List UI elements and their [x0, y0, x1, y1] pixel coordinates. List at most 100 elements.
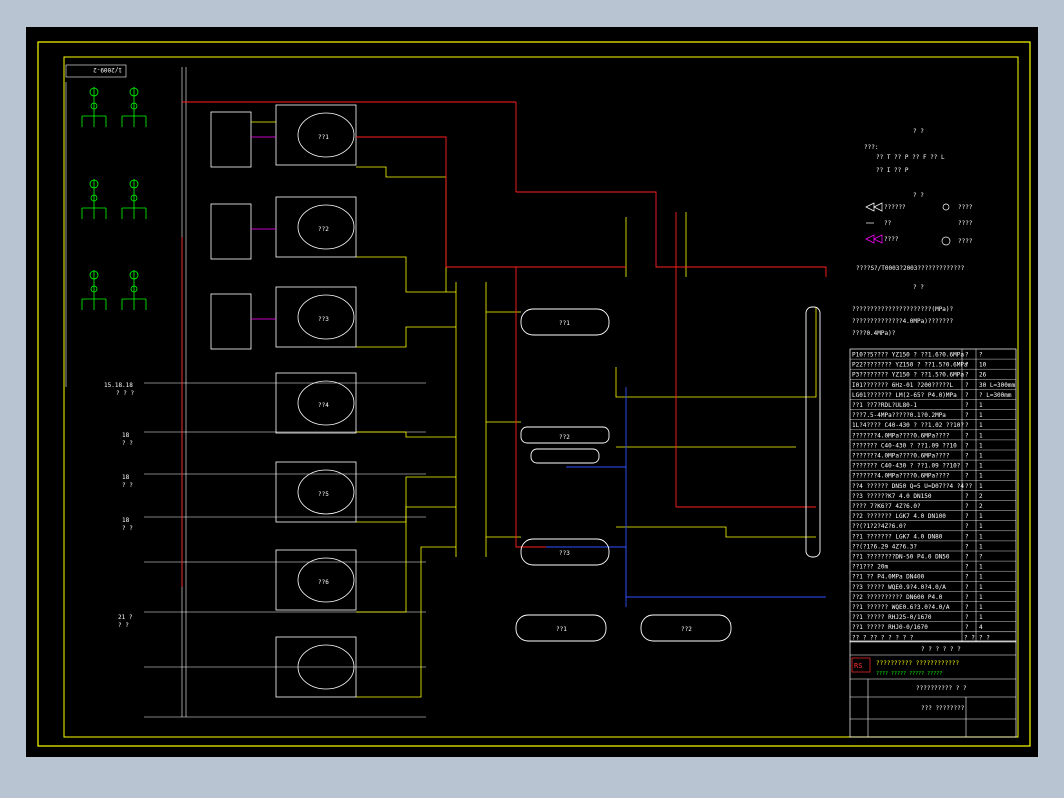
table-cell: ?	[965, 594, 969, 601]
svg-text:?? T ?? P ?? F ?? L: ?? T ?? P ?? F ?? L	[876, 154, 945, 161]
table-cell: ??(?1?6.29 4Z?6.3?	[852, 543, 917, 550]
table-cell: ?	[965, 513, 969, 520]
table-cell: 1	[979, 614, 983, 621]
svg-text:???? ????? ????? ?????: ???? ????? ????? ?????	[876, 671, 942, 677]
exchanger-labels: ??1 ??2 ??3 ??1 ??2	[556, 320, 692, 633]
sheet-number: 1/2009-2	[65, 64, 127, 78]
table-header: ? ?	[964, 634, 975, 641]
table-cell: ?	[965, 574, 969, 581]
svg-text:?? I ?? P: ?? I ?? P	[876, 167, 909, 174]
table-cell: ??1??? 20m	[852, 564, 889, 571]
svg-text:??1: ??1	[318, 134, 329, 141]
table-cell: 1	[979, 483, 983, 490]
table-cell: ???????4.0MPa????0.6MPa????	[852, 473, 950, 480]
svg-text:????S?/T0003?2003?????????????: ????S?/T0003?2003?????????????	[856, 265, 965, 272]
table-cell: 1	[979, 422, 983, 429]
svg-text:? ?: ? ?	[122, 440, 133, 447]
table-cell: ??3 ??????K7 4.0 DN150	[852, 493, 932, 500]
svg-text:??????????????????????(MPa)?: ??????????????????????(MPa)?	[852, 306, 954, 313]
cad-drawing: 1/2009-2 15.18.18 ? ? ? 18 ? ? 18 ? ? 18…	[37, 41, 1031, 747]
reactor-units	[210, 104, 357, 698]
table-cell: 1	[979, 473, 983, 480]
table-cell: ??1 ????? RHJ0-0/1670	[852, 624, 928, 631]
table-cell: ?	[965, 543, 969, 550]
svg-text:15.18.18: 15.18.18	[104, 382, 133, 389]
svg-text:? ?: ? ?	[122, 482, 133, 489]
heat-exchangers	[515, 306, 821, 642]
table-cell: ?	[965, 382, 969, 389]
table-cell: ?	[979, 352, 983, 359]
green-units	[81, 87, 147, 310]
svg-text:??2: ??2	[681, 626, 692, 633]
table-cell: 1	[979, 442, 983, 449]
svg-text:? ? ? ? ? ?: ? ? ? ? ? ?	[921, 646, 961, 653]
svg-text:??1: ??1	[556, 626, 567, 633]
table-cell: 1	[979, 543, 983, 550]
table-cell: ??1 ??????? LGK7 4.0 DN80	[852, 533, 943, 540]
svg-text:?????????? ? ?: ?????????? ? ?	[916, 685, 967, 692]
svg-text:?????????? ????????????: ?????????? ????????????	[876, 660, 959, 667]
title-block: RS ? ? ? ? ? ? ?????????? ???????????? ?…	[849, 640, 1017, 738]
table-cell: ?	[965, 523, 969, 530]
table-cell: ?	[965, 473, 969, 480]
table-cell: ?	[965, 533, 969, 540]
table-cell: ?	[965, 604, 969, 611]
table-cell: ?	[965, 564, 969, 571]
svg-text:??1: ??1	[559, 320, 570, 327]
svg-text:????0.4MPa)?: ????0.4MPa)?	[852, 330, 896, 337]
table-cell: ?	[965, 463, 969, 470]
cad-viewport[interactable]: 1/2009-2 15.18.18 ? ? ? 18 ? ? 18 ? ? 18…	[26, 27, 1038, 757]
table-cell: ?	[965, 422, 969, 429]
table-cell: ???????4.0MPa????0.6MPa????	[852, 432, 950, 439]
table-cell: ?	[965, 554, 969, 561]
table-cell: ?	[965, 624, 969, 631]
table-cell: 1	[979, 564, 983, 571]
table-cell: ??1 ?? P4.0MPa DN400	[852, 574, 925, 581]
svg-text:1/2009-2: 1/2009-2	[93, 66, 122, 73]
table-cell: 1	[979, 513, 983, 520]
table-cell: ??4 ?????? DN50 Q=5 U=D07??4 ?4	[852, 483, 964, 490]
table-cell: 1	[979, 432, 983, 439]
svg-text:18: 18	[122, 432, 130, 439]
table-cell: ?	[965, 432, 969, 439]
blue-process-lines	[546, 387, 826, 607]
svg-text:????: ????	[958, 204, 973, 211]
table-cell: 30 L=300mm	[979, 382, 1016, 389]
svg-text:??5: ??5	[318, 491, 329, 498]
table-cell: ?	[965, 453, 969, 460]
table-cell: ? L=300mm	[979, 392, 1012, 399]
svg-text:??? ????????: ??? ????????	[921, 705, 965, 712]
reactor-labels: ??1 ??2 ??3 ??4 ??5 ??6	[318, 134, 329, 586]
equipment-table: P10??5???? YZ150 ? ??1.6?0.6MPa? ? P22????…	[849, 348, 1017, 643]
table-cell: ?	[965, 352, 969, 359]
table-cell: 1	[979, 533, 983, 540]
table-cell: I01??????? 6Hz-01 ?200?????L	[852, 382, 954, 389]
svg-text:????: ????	[958, 220, 973, 227]
table-cell: ???????4.0MPa????0.6MPa????	[852, 453, 950, 460]
table-cell: ???7.5-4MPa?????0.1?0.2MPa	[852, 412, 946, 419]
svg-text:??2: ??2	[559, 434, 570, 441]
table-cell: ?	[965, 493, 969, 500]
table-cell: ??????? C40-430 ? ??1.09 ??10	[852, 442, 957, 449]
table-cell: P10??5???? YZ150 ? ??1.6?0.6MPa	[852, 352, 964, 359]
svg-text:? ?: ? ?	[118, 622, 129, 629]
table-cell: 1	[979, 523, 983, 530]
table-cell: ?	[965, 614, 969, 621]
table-cell: P22???????? YZ150 ? ??1.5?0.6MPa	[852, 362, 968, 369]
svg-text:? ?: ? ?	[913, 284, 924, 291]
table-cell: 1	[979, 402, 983, 409]
table-cell: ?	[965, 503, 969, 510]
svg-text:??????: ??????	[884, 204, 906, 211]
table-cell: ?	[965, 392, 969, 399]
svg-text:? ?: ? ?	[913, 192, 924, 199]
svg-text:??3: ??3	[318, 316, 329, 323]
table-cell: ?	[965, 372, 969, 379]
table-cell: LG01??????? LM(2-65? P4.0)MPa	[852, 392, 957, 399]
table-cell: 1	[979, 453, 983, 460]
table-cell: ?	[979, 554, 983, 561]
table-cell: ?	[965, 442, 969, 449]
table-cell: ??????? C40-430 ? ??1.09 ??10?	[852, 463, 961, 470]
svg-text:???:: ???:	[864, 144, 878, 151]
yellow-process-lines	[251, 121, 817, 698]
svg-text:??2: ??2	[318, 226, 329, 233]
